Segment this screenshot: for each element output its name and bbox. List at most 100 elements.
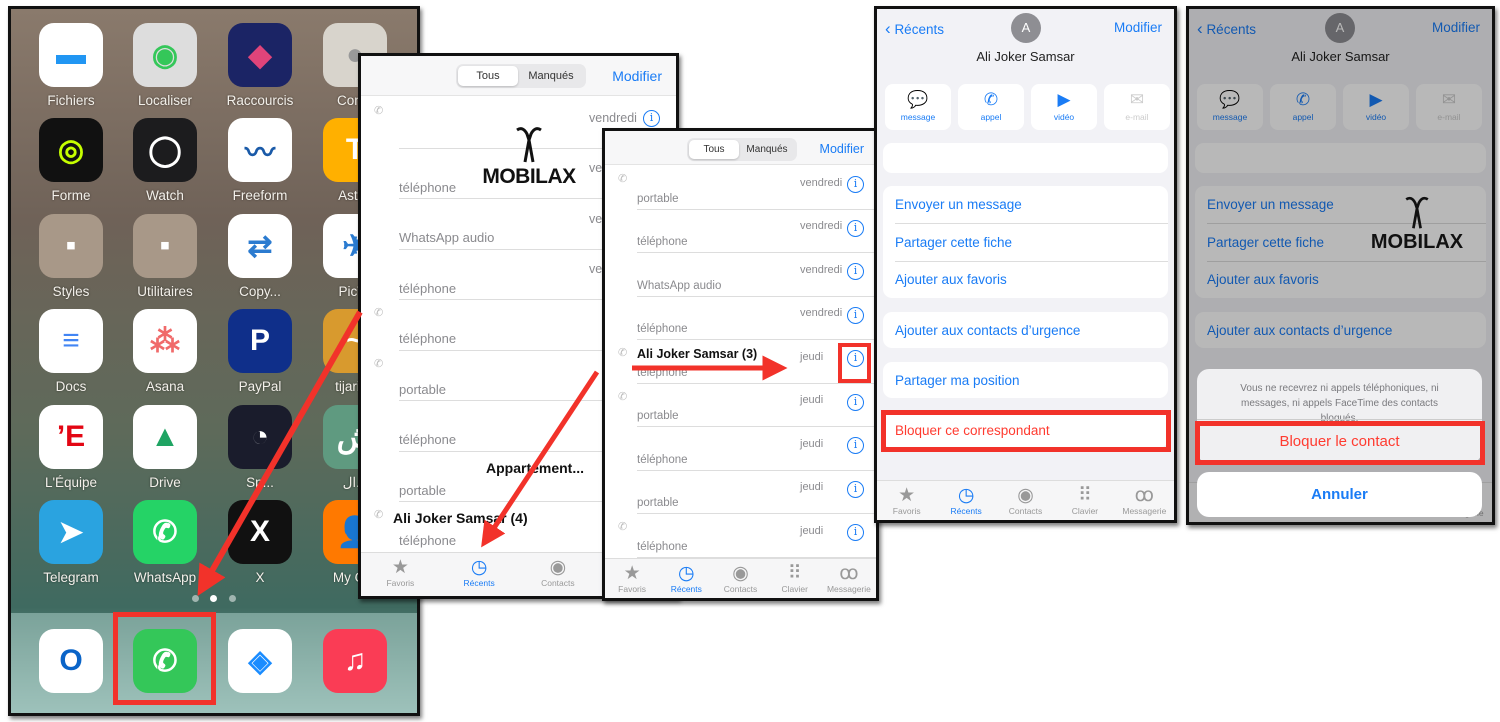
vidéo-action-button[interactable]: ▶ vidéo xyxy=(1031,84,1097,130)
highlight-box-phone-app xyxy=(113,612,216,705)
tab-récents[interactable]: ◷Récents xyxy=(936,481,995,520)
fitness-rings-icon[interactable]: ◎ xyxy=(39,118,103,182)
edit-button[interactable]: Modifier xyxy=(612,68,662,84)
outgoing-call-icon: ✆ xyxy=(374,307,384,319)
segment-all[interactable]: Tous xyxy=(458,66,518,86)
add-emergency-contact-option[interactable]: Ajouter aux contacts d’urgence xyxy=(895,323,1080,338)
tab-messagerie[interactable]: ꝏMessagerie xyxy=(822,559,876,598)
info-icon[interactable]: i xyxy=(847,176,864,194)
tab-contacts[interactable]: ◉Contacts xyxy=(519,553,598,596)
telegram-icon[interactable]: ➤ xyxy=(39,500,103,564)
call-row[interactable]: téléphone jeudi i xyxy=(605,427,876,471)
paypal-icon[interactable]: P xyxy=(228,309,292,373)
call-row[interactable]: ✆ portable jeudi i xyxy=(605,384,876,427)
mobilax-wordmark: MOBILAX xyxy=(1370,231,1464,253)
tab-favoris[interactable]: ★Favoris xyxy=(877,481,936,520)
back-button[interactable]: ‹ Récents xyxy=(885,19,944,39)
edit-button[interactable]: Modifier xyxy=(1114,20,1162,35)
google-drive-icon[interactable]: ▲ xyxy=(133,405,197,469)
segmented-control[interactable]: Tous Manqués xyxy=(687,138,797,161)
call-type: téléphone xyxy=(399,533,457,549)
call-type: WhatsApp audio xyxy=(637,279,722,292)
add-favorite-option[interactable]: Ajouter aux favoris xyxy=(895,272,1007,287)
call-row[interactable]: WhatsApp audio vendredi i xyxy=(605,253,876,297)
freeform-icon[interactable]: 〰 xyxy=(228,118,292,182)
x-icon[interactable]: X xyxy=(228,500,292,564)
info-icon[interactable]: i xyxy=(643,110,660,128)
tab-label: Récents xyxy=(670,584,702,594)
folder-styles-icon[interactable]: ▪ xyxy=(39,214,103,278)
send-message-option[interactable]: Envoyer un message xyxy=(895,197,1022,212)
star-icon: ★ xyxy=(623,563,641,584)
call-row[interactable]: téléphone vendredi i xyxy=(605,210,876,253)
tab-clavier[interactable]: ⠿Clavier xyxy=(768,559,822,598)
page-dot[interactable] xyxy=(229,595,236,602)
call-type: portable xyxy=(399,482,446,498)
page-dot-active[interactable] xyxy=(210,595,217,602)
segment-all[interactable]: Tous xyxy=(689,140,739,159)
page-dot[interactable] xyxy=(192,595,199,602)
info-icon[interactable]: i xyxy=(847,393,864,411)
tab-favoris[interactable]: ★Favoris xyxy=(605,559,659,598)
call-row[interactable]: téléphone vendredi i xyxy=(605,297,876,340)
outgoing-call-icon: ✆ xyxy=(618,521,628,533)
mobilax-wordmark: MOBILAX xyxy=(482,165,576,188)
folder-icon[interactable]: ▬ xyxy=(39,23,103,87)
tab-clavier[interactable]: ⠿Clavier xyxy=(1055,481,1114,520)
tab-contacts[interactable]: ◉Contacts xyxy=(996,481,1055,520)
whatsapp-icon[interactable]: ✆ xyxy=(133,500,197,564)
segmented-control[interactable]: Tous Manqués xyxy=(456,64,586,88)
music-icon[interactable]: ♫ xyxy=(323,629,387,693)
cancel-button[interactable]: Annuler xyxy=(1197,486,1482,503)
tab-contacts[interactable]: ◉Contacts xyxy=(713,559,767,598)
segment-missed[interactable]: Manqués xyxy=(739,140,795,159)
safari-icon[interactable]: ◈ xyxy=(228,629,292,693)
find-my-icon[interactable]: ◉ xyxy=(133,23,197,87)
call-row[interactable]: ✆ Ali Joker Samsar (3) téléphone jeudi i xyxy=(605,340,876,384)
call-row[interactable]: portable jeudi i xyxy=(605,471,876,514)
info-icon[interactable]: i xyxy=(847,524,864,542)
info-icon[interactable]: i xyxy=(847,306,864,324)
e-mail-action-button[interactable]: ✉ e-mail xyxy=(1104,84,1170,130)
tab-favoris[interactable]: ★Favoris xyxy=(361,553,440,596)
google-docs-icon[interactable]: ≡ xyxy=(39,309,103,373)
mobilax-watermark: MOBILAX xyxy=(1367,194,1467,254)
call-date: jeudi xyxy=(800,394,824,407)
tab-label: Clavier xyxy=(781,584,808,594)
app-label: Docs xyxy=(55,379,87,394)
message-action-button[interactable]: 💬 message xyxy=(885,84,951,130)
location-card: Partager ma position xyxy=(883,362,1168,398)
avatar[interactable]: A xyxy=(1011,13,1041,43)
back-label: Récents xyxy=(894,22,944,37)
shortcuts-icon[interactable]: ◆ xyxy=(228,23,292,87)
share-contact-option[interactable]: Partager cette fiche xyxy=(895,235,1012,250)
call-row[interactable]: ✆ téléphone jeudi i xyxy=(605,514,876,558)
outgoing-call-icon: ✆ xyxy=(374,357,384,370)
call-date: vendredi xyxy=(800,220,843,233)
info-icon[interactable]: i xyxy=(847,437,864,455)
edit-button[interactable]: Modifier xyxy=(820,142,864,156)
tab-messagerie[interactable]: ꝏMessagerie xyxy=(1115,481,1174,520)
share-location-option[interactable]: Partager ma position xyxy=(895,373,1020,388)
mobilax-watermark: MOBILAX xyxy=(479,124,579,189)
call-date: jeudi xyxy=(800,350,824,363)
tab-label: Récents xyxy=(463,578,495,588)
call-type: portable xyxy=(399,381,446,397)
tab-récents[interactable]: ◷Récents xyxy=(659,559,713,598)
call-row[interactable]: ✆ portable vendredi i xyxy=(605,166,876,210)
lequipe-icon[interactable]: ’E xyxy=(39,405,103,469)
info-icon[interactable]: i xyxy=(847,480,864,498)
speedtest-icon[interactable]: ◔ xyxy=(228,405,292,469)
call-type: téléphone xyxy=(399,179,457,195)
outlook-icon[interactable]: O xyxy=(39,629,103,693)
asana-icon[interactable]: ⁂ xyxy=(133,309,197,373)
info-icon[interactable]: i xyxy=(847,219,864,237)
appel-action-button[interactable]: ✆ appel xyxy=(958,84,1024,130)
segment-missed[interactable]: Manqués xyxy=(518,66,584,86)
tab-récents[interactable]: ◷Récents xyxy=(440,553,519,596)
tab-label: Clavier xyxy=(1071,506,1099,516)
folder-utilities-icon[interactable]: ▪ xyxy=(133,214,197,278)
info-icon[interactable]: i xyxy=(847,263,864,281)
copy-data-icon[interactable]: ⇄ xyxy=(228,214,292,278)
watch-icon[interactable]: ◯ xyxy=(133,118,197,182)
